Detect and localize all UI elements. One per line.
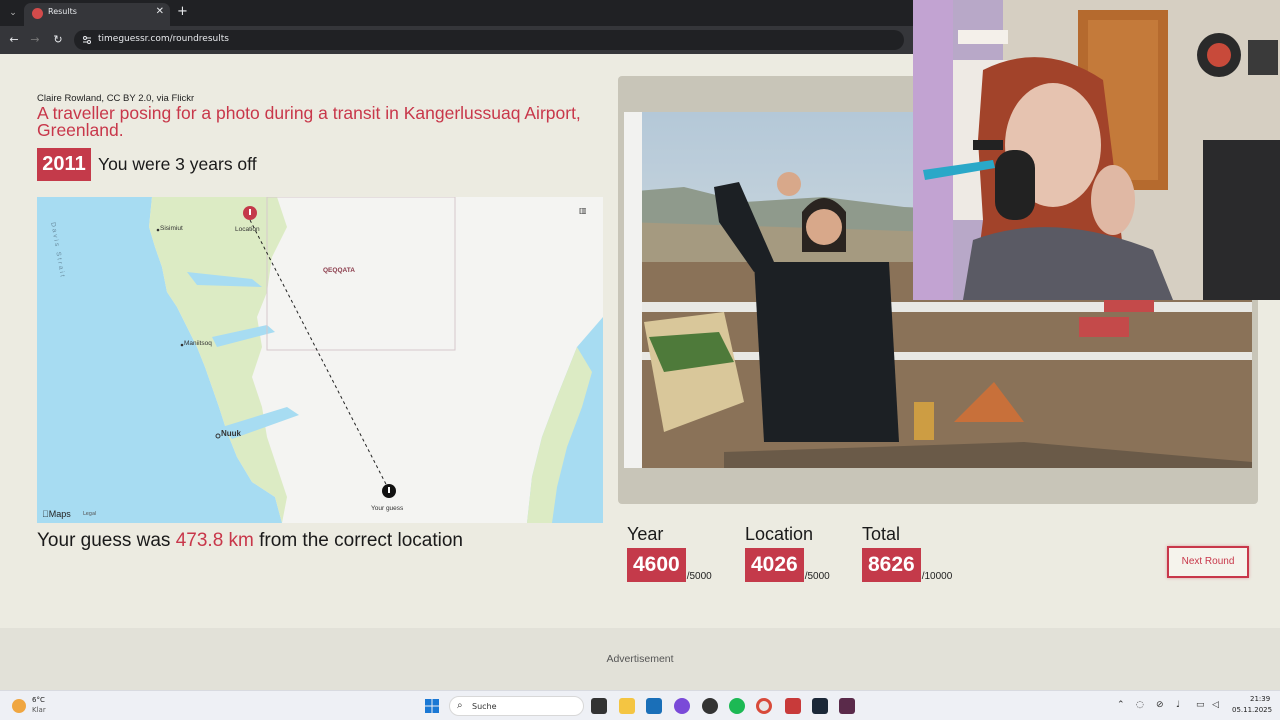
task-view-icon[interactable]: [591, 698, 607, 714]
label-nuuk: Nuuk: [221, 429, 241, 438]
location-score-max: /5000: [804, 571, 830, 582]
location-score: Location 4026/5000: [745, 524, 830, 582]
tab-results[interactable]: Results ✕: [24, 3, 170, 26]
guess-pin-icon: [382, 484, 396, 498]
steam-icon[interactable]: [812, 698, 828, 714]
total-score-label: Total: [862, 524, 901, 544]
back-icon[interactable]: ←: [6, 32, 22, 48]
display-icon[interactable]: ▭: [1196, 700, 1205, 710]
advertisement-label: Advertisement: [606, 653, 674, 665]
forward-icon[interactable]: →: [27, 32, 43, 48]
label-maniitsoq: Maniitsoq: [184, 340, 212, 347]
search-icon: ⌕: [457, 700, 463, 711]
tray-overflow-icon[interactable]: ⌃: [1117, 700, 1125, 710]
total-score-max: /10000: [921, 571, 953, 582]
weather-condition: Klar: [32, 706, 46, 714]
year-score: Year 4600/5000: [627, 524, 712, 582]
video-app-icon[interactable]: [785, 698, 801, 714]
tab-close-icon[interactable]: ✕: [156, 6, 164, 17]
year-score-max: /5000: [686, 571, 712, 582]
url-text: timeguessr.com/roundresults: [98, 34, 229, 44]
tray-network-icon[interactable]: ⊘: [1156, 700, 1164, 710]
volume-icon[interactable]: ◁: [1212, 700, 1219, 710]
label-location: Location: [235, 226, 260, 233]
tray-app-icon[interactable]: ◌: [1136, 700, 1144, 710]
distance-value: 473.8 km: [175, 530, 254, 551]
timeguessr-favicon-icon: [32, 8, 43, 19]
clock-date[interactable]: 05.11.2025: [1232, 706, 1272, 714]
map-type-icon[interactable]: ▥: [579, 206, 589, 215]
map-legal-link[interactable]: Legal: [83, 511, 96, 517]
site-info-icon[interactable]: [82, 35, 92, 45]
label-sisimiut: Sisimiut: [160, 225, 183, 232]
app-icon[interactable]: [702, 698, 718, 714]
taskbar-search-input[interactable]: ⌕ Suche: [449, 696, 584, 716]
correct-year-badge: 2011: [37, 148, 91, 181]
weather-temperature: 6°C: [32, 696, 45, 704]
location-score-value: 4026: [745, 548, 804, 582]
url-input[interactable]: timeguessr.com/roundresults: [74, 30, 904, 50]
label-your-guess: Your guess: [371, 505, 404, 512]
location-pin-icon: [243, 206, 257, 220]
tab-title: Results: [48, 7, 77, 16]
store-icon[interactable]: [646, 698, 662, 714]
label-qeqqata: QEQQATA: [323, 267, 355, 274]
chrome-icon[interactable]: [756, 698, 772, 714]
file-explorer-icon[interactable]: [619, 698, 635, 714]
next-round-button[interactable]: Next Round: [1167, 546, 1249, 578]
result-map[interactable]: Sisimiut Location QEQQATA Maniitsoq Nuuk…: [37, 197, 603, 523]
reload-icon[interactable]: ↻: [50, 32, 66, 48]
clock-time[interactable]: 21:39: [1250, 695, 1270, 703]
search-placeholder: Suche: [472, 702, 497, 711]
discord-icon[interactable]: [674, 698, 690, 714]
year-score-label: Year: [627, 524, 664, 544]
windows-start-icon[interactable]: [425, 699, 439, 713]
weather-moon-icon[interactable]: [12, 699, 26, 713]
webcam-overlay: [913, 0, 1280, 300]
tab-search-icon[interactable]: ⌄: [6, 6, 20, 20]
new-tab-button[interactable]: +: [177, 4, 188, 19]
total-score: Total 8626/10000: [862, 524, 952, 582]
location-score-label: Location: [745, 524, 814, 544]
years-off-text: You were 3 years off: [98, 154, 257, 174]
photo-description: A traveller posing for a photo during a …: [37, 103, 581, 140]
windows-taskbar: 6°C Klar ⌕ Suche ⌃ ◌ ⊘ ♩ ▭ ◁ 21:39 05.11…: [0, 690, 1280, 720]
microphone-icon[interactable]: ♩: [1176, 700, 1180, 710]
year-score-value: 4600: [627, 548, 686, 582]
spotify-icon[interactable]: [729, 698, 745, 714]
distance-text: Your guess was 473.8 km from the correct…: [37, 530, 463, 551]
apple-maps-logo: Maps: [42, 509, 71, 519]
total-score-value: 8626: [862, 548, 921, 582]
advertisement-area: Advertisement: [0, 628, 1280, 690]
maps-app-icon[interactable]: [839, 698, 855, 714]
